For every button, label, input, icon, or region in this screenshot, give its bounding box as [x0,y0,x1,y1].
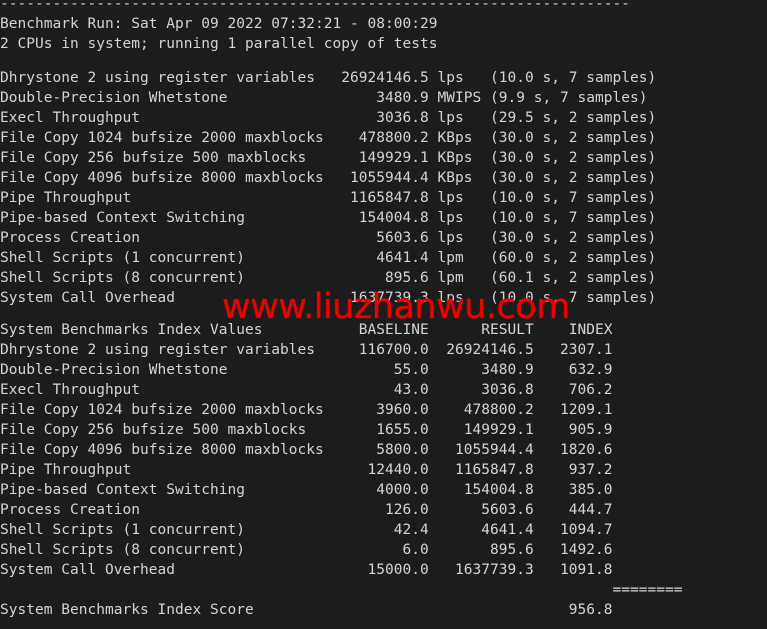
index-row: File Copy 256 bufsize 500 maxblocks 1655… [0,422,613,438]
result-row: File Copy 1024 bufsize 2000 maxblocks 47… [0,130,657,146]
result-row: Shell Scripts (1 concurrent) 4641.4 lpm … [0,250,657,266]
terminal-window: ----------------------------------------… [0,0,767,629]
index-row: System Call Overhead 15000.0 1637739.3 1… [0,562,613,578]
result-row: File Copy 4096 bufsize 8000 maxblocks 10… [0,170,657,186]
result-row: Process Creation 5603.6 lps (30.0 s, 2 s… [0,230,657,246]
index-row: File Copy 1024 bufsize 2000 maxblocks 39… [0,402,613,418]
result-row: Pipe Throughput 1165847.8 lps (10.0 s, 7… [0,190,657,206]
index-separator: ======== [0,582,683,598]
result-row: File Copy 256 bufsize 500 maxblocks 1499… [0,150,657,166]
result-row: Shell Scripts (8 concurrent) 895.6 lpm (… [0,270,657,286]
benchmark-run-line: Benchmark Run: Sat Apr 09 2022 07:32:21 … [0,16,438,32]
index-row: Shell Scripts (8 concurrent) 6.0 895.6 1… [0,542,613,558]
index-row: Double-Precision Whetstone 55.0 3480.9 6… [0,362,613,378]
index-row: Shell Scripts (1 concurrent) 42.4 4641.4… [0,522,613,538]
result-row: Pipe-based Context Switching 154004.8 lp… [0,210,657,226]
result-row: Execl Throughput 3036.8 lps (29.5 s, 2 s… [0,110,657,126]
result-row: Double-Precision Whetstone 3480.9 MWIPS … [0,90,648,106]
result-row: Dhrystone 2 using register variables 269… [0,70,657,86]
top-rule: ----------------------------------------… [0,0,630,12]
index-score-line: System Benchmarks Index Score 956.8 [0,602,613,618]
index-row: Dhrystone 2 using register variables 116… [0,342,613,358]
site-watermark: www.liuzhanwu.com [222,287,570,327]
index-row: Pipe Throughput 12440.0 1165847.8 937.2 [0,462,613,478]
index-row: File Copy 4096 bufsize 8000 maxblocks 58… [0,442,613,458]
index-row: Pipe-based Context Switching 4000.0 1540… [0,482,613,498]
index-row: Execl Throughput 43.0 3036.8 706.2 [0,382,613,398]
index-row: Process Creation 126.0 5603.6 444.7 [0,502,613,518]
cpu-info-line: 2 CPUs in system; running 1 parallel cop… [0,36,438,52]
